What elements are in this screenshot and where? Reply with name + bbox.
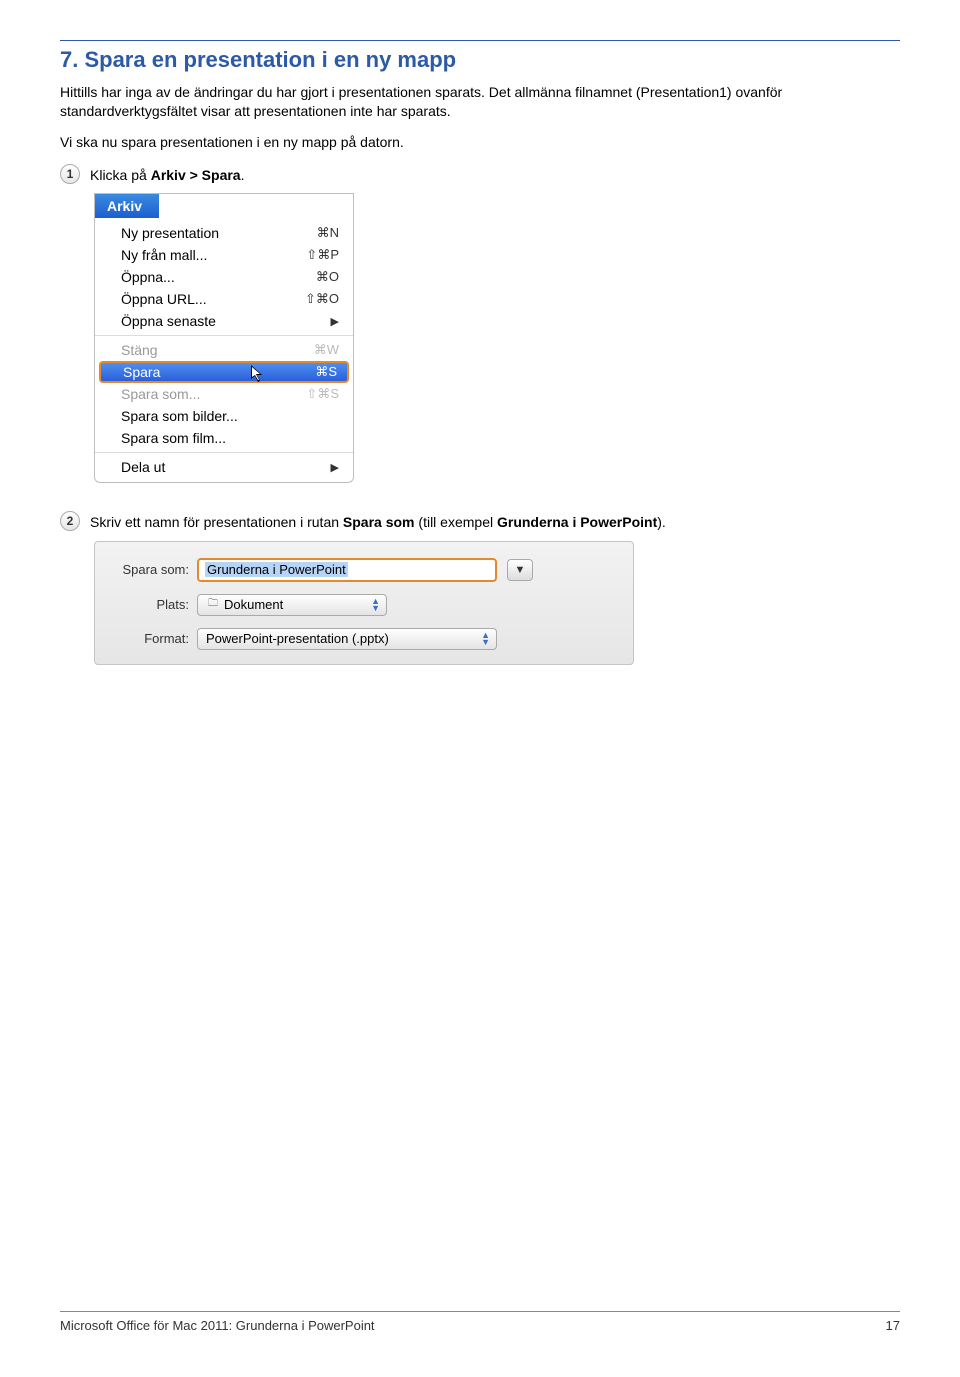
folder-icon: 🗀 xyxy=(206,598,220,612)
menu-label: Dela ut xyxy=(121,459,165,475)
menu-label: Öppna senaste xyxy=(121,313,216,329)
menu-item-open-recent[interactable]: Öppna senaste ▶ xyxy=(95,310,353,332)
step-text: Skriv ett namn för presentationen i ruta… xyxy=(90,511,666,533)
updown-arrows-icon: ▲▼ xyxy=(371,598,380,612)
save-dialog-screenshot: Spara som: Grunderna i PowerPoint ▼ Plat… xyxy=(94,541,900,665)
format-value: PowerPoint-presentation (.pptx) xyxy=(206,631,389,646)
menu-shortcut: ⇧⌘O xyxy=(305,291,339,307)
footer-title: Microsoft Office för Mac 2011: Grunderna… xyxy=(60,1318,375,1333)
menu-shortcut: ⇧⌘S xyxy=(306,386,339,402)
menu-label: Spara som... xyxy=(121,386,200,402)
step-number: 1 xyxy=(60,164,80,184)
menu-item-save-movie[interactable]: Spara som film... xyxy=(95,427,353,449)
menu-shortcut: ⌘S xyxy=(315,364,337,380)
menu-label: Ny presentation xyxy=(121,225,219,241)
page-number: 17 xyxy=(886,1318,900,1333)
arkiv-menu-screenshot: Arkiv Ny presentation ⌘N Ny från mall...… xyxy=(94,193,900,483)
step2-b2: Grunderna i PowerPoint xyxy=(497,514,657,530)
intro-paragraph-1: Hittills har inga av de ändringar du har… xyxy=(60,83,900,121)
cursor-icon xyxy=(251,365,265,386)
place-value: Dokument xyxy=(224,597,283,612)
format-combo[interactable]: PowerPoint-presentation (.pptx) ▲▼ xyxy=(197,628,497,650)
menu-item-open-url[interactable]: Öppna URL... ⇧⌘O xyxy=(95,288,353,310)
menu-item-close[interactable]: Stäng ⌘W xyxy=(95,339,353,361)
menu-item-save[interactable]: Spara ⌘S xyxy=(99,361,349,383)
submenu-arrow-icon: ▶ xyxy=(331,315,339,328)
step2-pre: Skriv ett namn för presentationen i ruta… xyxy=(90,514,343,530)
menu-item-save-pics[interactable]: Spara som bilder... xyxy=(95,405,353,427)
step1-post: . xyxy=(241,167,245,183)
step-number: 2 xyxy=(60,511,80,531)
save-as-label: Spara som: xyxy=(115,562,197,577)
intro-paragraph-2: Vi ska nu spara presentationen i en ny m… xyxy=(60,133,900,152)
menu-label: Spara xyxy=(123,364,160,380)
menu-label: Öppna URL... xyxy=(121,291,207,307)
step1-pre: Klicka på xyxy=(90,167,151,183)
menu-label: Stäng xyxy=(121,342,158,358)
menu-separator xyxy=(95,335,353,336)
menu-shortcut: ⌘O xyxy=(316,269,339,285)
menu-item-save-as[interactable]: Spara som... ⇧⌘S xyxy=(95,383,353,405)
menu-item-new-presentation[interactable]: Ny presentation ⌘N xyxy=(95,222,353,244)
step-text: Klicka på Arkiv > Spara. xyxy=(90,164,244,186)
menu-separator xyxy=(95,452,353,453)
place-label: Plats: xyxy=(115,597,197,612)
page-footer: Microsoft Office för Mac 2011: Grunderna… xyxy=(60,1311,900,1333)
menu-shortcut: ⌘W xyxy=(314,342,339,358)
format-label: Format: xyxy=(115,631,197,646)
place-combo[interactable]: 🗀 Dokument ▲▼ xyxy=(197,594,387,616)
step2-post: ). xyxy=(657,514,666,530)
chevron-down-icon: ▼ xyxy=(515,564,526,576)
step-2: 2 Skriv ett namn för presentationen i ru… xyxy=(60,511,900,533)
arkiv-menu: Arkiv Ny presentation ⌘N Ny från mall...… xyxy=(94,193,354,483)
menu-item-share[interactable]: Dela ut ▶ xyxy=(95,456,353,478)
menu-shortcut: ⌘N xyxy=(317,225,339,241)
section-heading: 7. Spara en presentation i en ny mapp xyxy=(60,40,900,73)
menu-label: Spara som film... xyxy=(121,430,226,446)
menu-item-new-template[interactable]: Ny från mall... ⇧⌘P xyxy=(95,244,353,266)
menu-label: Öppna... xyxy=(121,269,175,285)
expand-button[interactable]: ▼ xyxy=(507,559,533,581)
menu-label: Spara som bilder... xyxy=(121,408,238,424)
step-1: 1 Klicka på Arkiv > Spara. xyxy=(60,164,900,186)
menu-shortcut: ⇧⌘P xyxy=(306,247,339,263)
menu-label: Ny från mall... xyxy=(121,247,207,263)
step1-bold: Arkiv > Spara xyxy=(151,167,241,183)
submenu-arrow-icon: ▶ xyxy=(331,461,339,474)
updown-arrows-icon: ▲▼ xyxy=(481,632,490,646)
save-dialog: Spara som: Grunderna i PowerPoint ▼ Plat… xyxy=(94,541,634,665)
save-as-value: Grunderna i PowerPoint xyxy=(205,562,348,577)
menu-item-open[interactable]: Öppna... ⌘O xyxy=(95,266,353,288)
step2-mid: (till exempel xyxy=(415,514,497,530)
arkiv-menu-title[interactable]: Arkiv xyxy=(95,194,159,218)
save-as-field[interactable]: Grunderna i PowerPoint xyxy=(197,558,497,582)
step2-b1: Spara som xyxy=(343,514,415,530)
